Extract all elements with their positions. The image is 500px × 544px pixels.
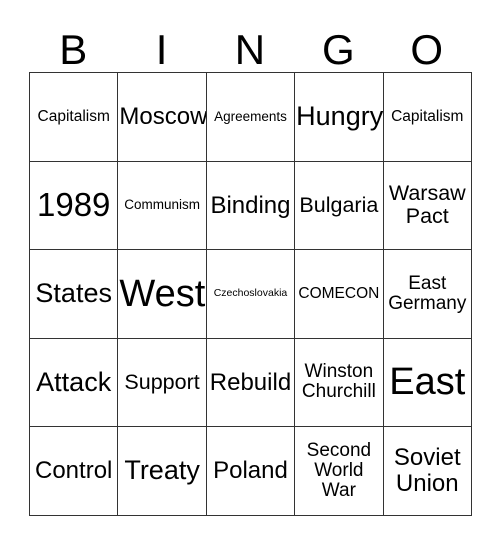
bingo-cell-label: Bulgaria (299, 192, 379, 217)
bingo-cell[interactable]: Bulgaria (295, 161, 384, 250)
bingo-cell[interactable]: 1989 (30, 161, 119, 250)
bingo-cell[interactable]: West (118, 250, 207, 339)
bingo-cell-label: Agreements (214, 108, 287, 124)
bingo-row: Attack Support Rebuild Winston Churchill… (30, 338, 472, 427)
bingo-header-row: B I N G O (29, 8, 471, 72)
bingo-cell[interactable]: Rebuild (206, 338, 296, 427)
bingo-cell-label: Binding (210, 191, 291, 219)
bingo-cell[interactable]: Warsaw Pact (383, 161, 472, 250)
bingo-cell-label: Moscow (119, 103, 207, 131)
bingo-cell-label: Czechoslovakia (213, 287, 288, 300)
bingo-cell-label: Winston Churchill (301, 361, 376, 403)
bingo-cell-label: Support (124, 369, 200, 394)
bingo-cell[interactable]: Agreements (206, 73, 296, 162)
bingo-cell[interactable]: Treaty (118, 427, 207, 516)
bingo-header-cell-o: O (383, 8, 471, 72)
bingo-header-cell-i: I (117, 8, 205, 72)
bingo-cell[interactable]: Control (30, 427, 119, 516)
bingo-cell-label: Hungry (296, 101, 384, 132)
bingo-cell[interactable]: Soviet Union (383, 427, 472, 516)
bingo-header-letter: O (410, 26, 444, 74)
bingo-cell-label: COMECON (298, 284, 380, 302)
bingo-card: B I N G O Capitalism Moscow Agreements H… (29, 8, 472, 516)
bingo-cell-label: Poland (213, 457, 288, 485)
bingo-cell[interactable]: COMECON (295, 250, 384, 339)
bingo-cell-label: Treaty (124, 455, 200, 486)
bingo-cell-label: Second World War (306, 439, 372, 501)
bingo-cell[interactable]: Support (118, 338, 207, 427)
bingo-header-cell-b: B (29, 8, 117, 72)
bingo-cell-label: Control (35, 457, 113, 485)
bingo-grid: Capitalism Moscow Agreements Hungry Capi… (29, 72, 472, 516)
bingo-cell[interactable]: Hungry (295, 73, 384, 162)
bingo-cell-label: Capitalism (37, 107, 110, 125)
bingo-cell-label: States (35, 278, 112, 309)
bingo-row: Capitalism Moscow Agreements Hungry Capi… (30, 73, 472, 162)
bingo-cell-label: Attack (36, 366, 112, 397)
bingo-cell[interactable]: Communism (118, 161, 207, 250)
bingo-cell[interactable]: Moscow (118, 73, 207, 162)
bingo-cell-label: 1989 (36, 185, 111, 223)
bingo-header-cell-g: G (294, 8, 382, 72)
bingo-cell[interactable]: Czechoslovakia (206, 250, 296, 339)
bingo-cell-label: East Germany (388, 272, 467, 314)
bingo-header-cell-n: N (206, 8, 294, 72)
bingo-cell[interactable]: Capitalism (383, 73, 472, 162)
bingo-cell[interactable]: Attack (30, 338, 119, 427)
bingo-cell[interactable]: Second World War (295, 427, 384, 516)
bingo-cell-label: West (119, 272, 206, 315)
bingo-header-letter: I (155, 26, 168, 74)
bingo-row: 1989 Communism Binding Bulgaria Warsaw P… (30, 161, 472, 250)
bingo-header-letter: G (322, 26, 355, 74)
bingo-cell-label: Capitalism (391, 107, 464, 125)
bingo-cell[interactable]: East Germany (383, 250, 472, 339)
bingo-cell-label: Soviet Union (393, 444, 461, 497)
bingo-cell[interactable]: East (383, 338, 472, 427)
bingo-row: Control Treaty Poland Second World War S… (30, 427, 472, 516)
bingo-cell-label: Warsaw Pact (388, 181, 466, 229)
bingo-cell-label: East (389, 361, 466, 404)
bingo-cell[interactable]: Winston Churchill (295, 338, 384, 427)
bingo-cell-label: Rebuild (209, 368, 292, 396)
bingo-cell[interactable]: Binding (206, 161, 296, 250)
bingo-cell[interactable]: States (30, 250, 119, 339)
bingo-cell-label: Communism (124, 197, 200, 213)
bingo-header-letter: B (59, 26, 88, 74)
bingo-row: States West Czechoslovakia COMECON East … (30, 250, 472, 339)
bingo-cell[interactable]: Poland (206, 427, 296, 516)
bingo-header-letter: N (234, 26, 266, 74)
bingo-cell[interactable]: Capitalism (30, 73, 119, 162)
